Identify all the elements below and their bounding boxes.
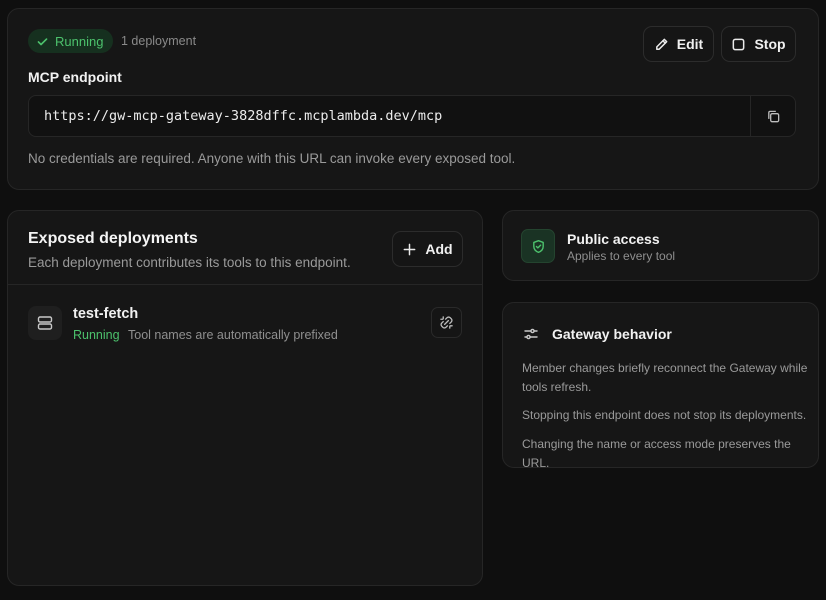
check-icon <box>37 37 48 45</box>
behavior-line: Changing the name or access mode preserv… <box>522 437 791 470</box>
credentials-note: No credentials are required. Anyone with… <box>28 151 516 166</box>
deployment-name[interactable]: test-fetch <box>73 306 138 322</box>
deployments-title: Exposed deployments <box>28 230 198 247</box>
edit-button[interactable]: Edit <box>643 26 714 62</box>
behavior-title: Gateway behavior <box>552 326 672 342</box>
status-label: Running <box>55 33 104 49</box>
stop-label: Stop <box>754 36 786 52</box>
shield-icon-box <box>521 229 555 263</box>
shield-icon <box>532 239 544 253</box>
stop-button[interactable]: Stop <box>721 26 796 62</box>
behavior-card: Gateway behavior Member changes briefly … <box>502 302 819 470</box>
copy-icon <box>767 110 779 122</box>
endpoint-url-field[interactable]: https://gw-mcp-gateway-3828dffc.mcplambd… <box>28 95 796 137</box>
add-deployment-button[interactable]: Add <box>392 231 463 267</box>
deployments-subtitle: Each deployment contributes its tools to… <box>28 255 351 270</box>
unlink-icon <box>440 316 453 329</box>
endpoint-label: MCP endpoint <box>28 69 122 85</box>
copy-button[interactable] <box>750 96 795 136</box>
access-subtitle: Applies to every tool <box>567 249 676 263</box>
deployments-card: Exposed deployments Each deployment cont… <box>7 210 483 586</box>
endpoint-card: Running 1 deployment Edit Stop MCP endpo… <box>7 8 819 190</box>
plus-icon <box>403 243 416 255</box>
server-icon-box <box>28 306 62 340</box>
deployment-status: Running <box>73 328 120 342</box>
endpoint-url[interactable]: https://gw-mcp-gateway-3828dffc.mcplambd… <box>29 108 750 124</box>
access-title: Public access <box>567 231 660 247</box>
deployment-description: Tool names are automatically prefixed <box>128 328 338 342</box>
square-icon <box>733 38 745 50</box>
add-label: Add <box>425 241 453 257</box>
sliders-icon <box>524 328 538 340</box>
behavior-line: Stopping this endpoint does not stop its… <box>522 408 807 422</box>
divider <box>8 284 482 285</box>
server-icon <box>37 316 53 330</box>
access-card: Public access Applies to every tool <box>502 210 819 281</box>
unlink-button[interactable] <box>431 307 462 338</box>
pencil-icon <box>655 38 668 50</box>
edit-label: Edit <box>676 36 704 52</box>
status-badge: Running <box>28 29 114 53</box>
behavior-line: Member changes briefly reconnect the Gat… <box>522 361 808 394</box>
deployment-count: 1 deployment <box>121 34 197 48</box>
